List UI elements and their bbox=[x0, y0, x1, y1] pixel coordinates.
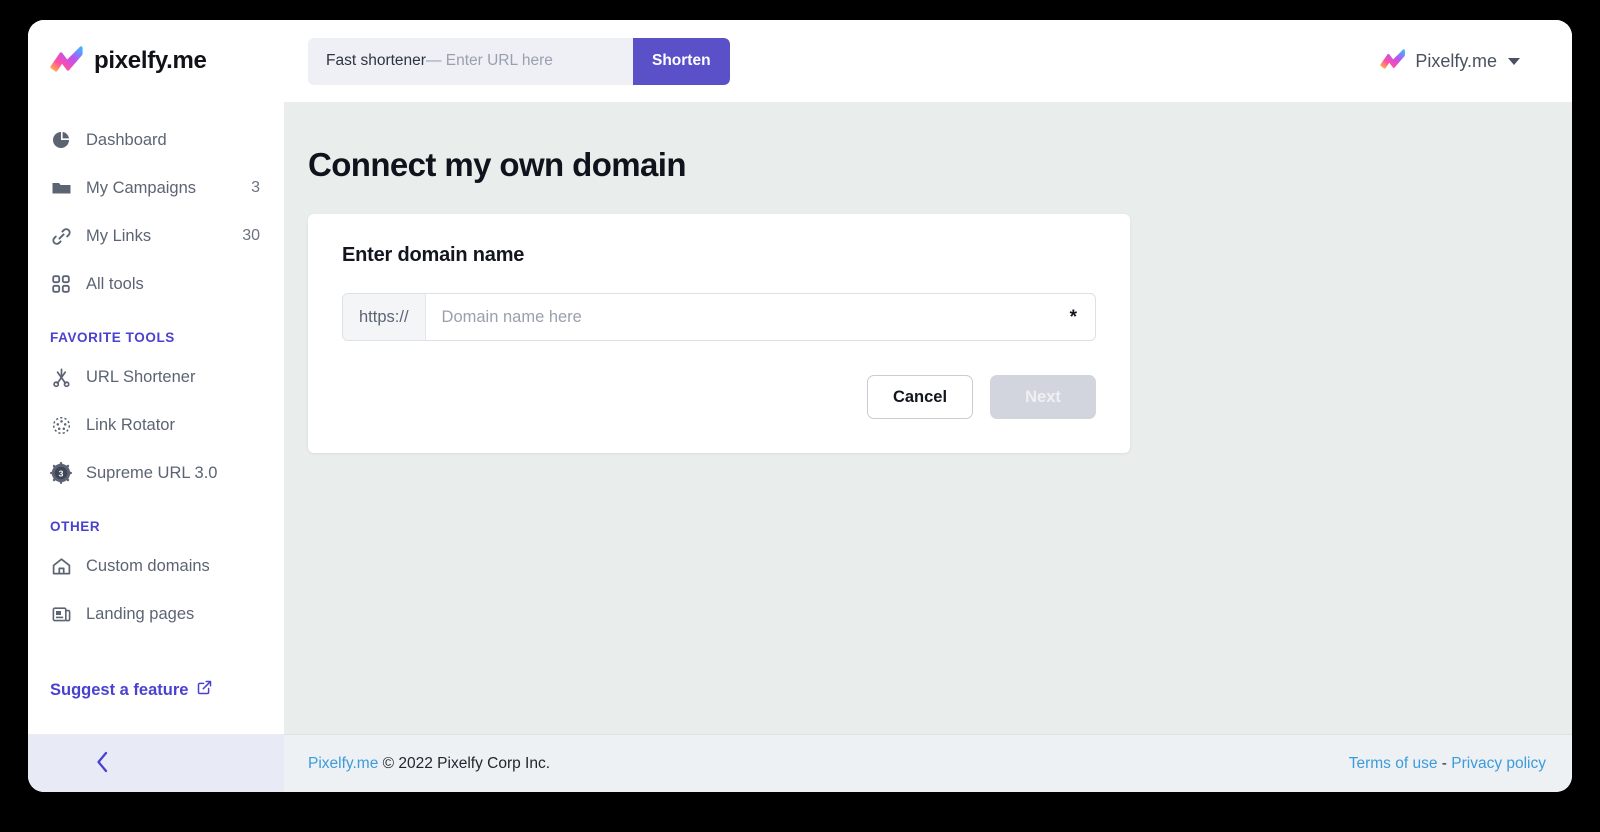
chevron-left-icon bbox=[94, 750, 111, 777]
pixelfy-bolt-logo-icon bbox=[50, 45, 84, 78]
sidebar-item-label: All tools bbox=[86, 274, 144, 293]
domain-name-input[interactable] bbox=[425, 294, 1064, 340]
sidebar-item-landing-pages[interactable]: Landing pages bbox=[28, 590, 284, 638]
footer-brand-link[interactable]: Pixelfy.me bbox=[308, 755, 378, 772]
scissors-icon bbox=[50, 366, 72, 388]
top-bar: pixelfy.me Fast shortener — Enter URL he… bbox=[28, 20, 1572, 102]
sidebar-footer bbox=[28, 734, 284, 792]
link-icon bbox=[50, 225, 72, 247]
shortener-label: Fast shortener bbox=[326, 52, 426, 69]
favorite-tools-heading: FAVORITE TOOLS bbox=[50, 330, 175, 345]
sidebar-item-label: Supreme URL 3.0 bbox=[86, 463, 218, 482]
sidebar-item-label: My Links bbox=[86, 226, 152, 245]
home-icon bbox=[50, 555, 72, 577]
domain-card: Enter domain name https:// * Cancel Next bbox=[308, 214, 1130, 453]
https-prefix: https:// bbox=[343, 294, 426, 340]
enter-domain-name-label: Enter domain name bbox=[342, 244, 525, 266]
sidebar: Dashboard My Campaigns 3 My Links 30 All… bbox=[28, 102, 284, 734]
external-link-icon bbox=[197, 680, 212, 700]
sidebar-item-label: Dashboard bbox=[86, 130, 167, 149]
svg-text:3: 3 bbox=[59, 468, 64, 478]
sidebar-item-custom-domains[interactable]: Custom domains bbox=[28, 542, 284, 590]
shortener-placeholder: — Enter URL here bbox=[425, 52, 553, 69]
sidebar-item-supreme-url[interactable]: 3 Supreme URL 3.0 bbox=[28, 449, 284, 497]
sidebar-item-all-tools[interactable]: All tools bbox=[28, 260, 284, 308]
folder-icon bbox=[50, 177, 72, 199]
sidebar-item-count: 3 bbox=[251, 179, 260, 196]
suggest-a-feature-label: Suggest a feature bbox=[50, 680, 189, 699]
brand[interactable]: pixelfy.me bbox=[28, 45, 284, 78]
footer-legal-links: Terms of use - Privacy policy bbox=[1349, 755, 1546, 773]
chevron-down-icon bbox=[1508, 57, 1520, 65]
sidebar-item-url-shortener[interactable]: URL Shortener bbox=[28, 353, 284, 401]
sidebar-item-label: My Campaigns bbox=[86, 178, 197, 197]
sidebar-item-link-rotator[interactable]: Link Rotator bbox=[28, 401, 284, 449]
sidebar-item-my-links[interactable]: My Links 30 bbox=[28, 212, 284, 260]
pages-icon bbox=[50, 603, 72, 625]
sidebar-item-count: 30 bbox=[242, 227, 260, 244]
account-avatar-icon bbox=[1380, 48, 1406, 75]
sidebar-item-label: Landing pages bbox=[86, 604, 195, 623]
sidebar-item-dashboard[interactable]: Dashboard bbox=[28, 116, 284, 164]
sidebar-item-label: Custom domains bbox=[86, 556, 210, 575]
rotator-circle-icon bbox=[50, 414, 72, 436]
account-name: Pixelfy.me bbox=[1415, 50, 1497, 71]
terms-of-use-link[interactable]: Terms of use bbox=[1349, 755, 1438, 772]
footer-separator: - bbox=[1441, 754, 1447, 772]
grid-icon bbox=[50, 273, 72, 295]
sidebar-item-label: Link Rotator bbox=[86, 415, 175, 434]
footer-copyright-text: © 2022 Pixelfy Corp Inc. bbox=[382, 754, 551, 772]
domain-input-group: https:// * bbox=[342, 293, 1096, 341]
cancel-button[interactable]: Cancel bbox=[867, 375, 973, 419]
sidebar-item-label: URL Shortener bbox=[86, 367, 196, 386]
footer-bar: Pixelfy.me © 2022 Pixelfy Corp Inc. Term… bbox=[284, 734, 1572, 792]
footer-copyright: Pixelfy.me © 2022 Pixelfy Corp Inc. bbox=[308, 755, 550, 773]
app-window: pixelfy.me Fast shortener — Enter URL he… bbox=[28, 20, 1572, 792]
brand-name: pixelfy.me bbox=[94, 47, 207, 74]
privacy-policy-link[interactable]: Privacy policy bbox=[1451, 755, 1546, 772]
other-heading: OTHER bbox=[50, 519, 101, 534]
gear-badge-3-icon: 3 bbox=[50, 462, 72, 484]
shortener-input[interactable]: Fast shortener — Enter URL here bbox=[308, 37, 633, 85]
account-menu[interactable]: Pixelfy.me bbox=[1380, 48, 1520, 75]
sidebar-item-my-campaigns[interactable]: My Campaigns 3 bbox=[28, 164, 284, 212]
required-marker: * bbox=[1069, 306, 1077, 328]
pie-chart-icon bbox=[50, 129, 72, 151]
suggest-a-feature-link[interactable]: Suggest a feature bbox=[28, 680, 284, 734]
next-button[interactable]: Next bbox=[990, 375, 1096, 419]
body: Dashboard My Campaigns 3 My Links 30 All… bbox=[28, 102, 1572, 734]
shorten-button[interactable]: Shorten bbox=[633, 37, 730, 85]
main-content: Connect my own domain Enter domain name … bbox=[284, 102, 1572, 734]
page-title: Connect my own domain bbox=[308, 146, 687, 183]
footer: Pixelfy.me © 2022 Pixelfy Corp Inc. Term… bbox=[28, 734, 1572, 792]
card-actions: Cancel Next bbox=[342, 375, 1096, 419]
screenshot-frame: pixelfy.me Fast shortener — Enter URL he… bbox=[0, 0, 1600, 832]
collapse-sidebar-button[interactable] bbox=[90, 746, 115, 781]
fast-shortener: Fast shortener — Enter URL here Shorten bbox=[308, 37, 730, 85]
